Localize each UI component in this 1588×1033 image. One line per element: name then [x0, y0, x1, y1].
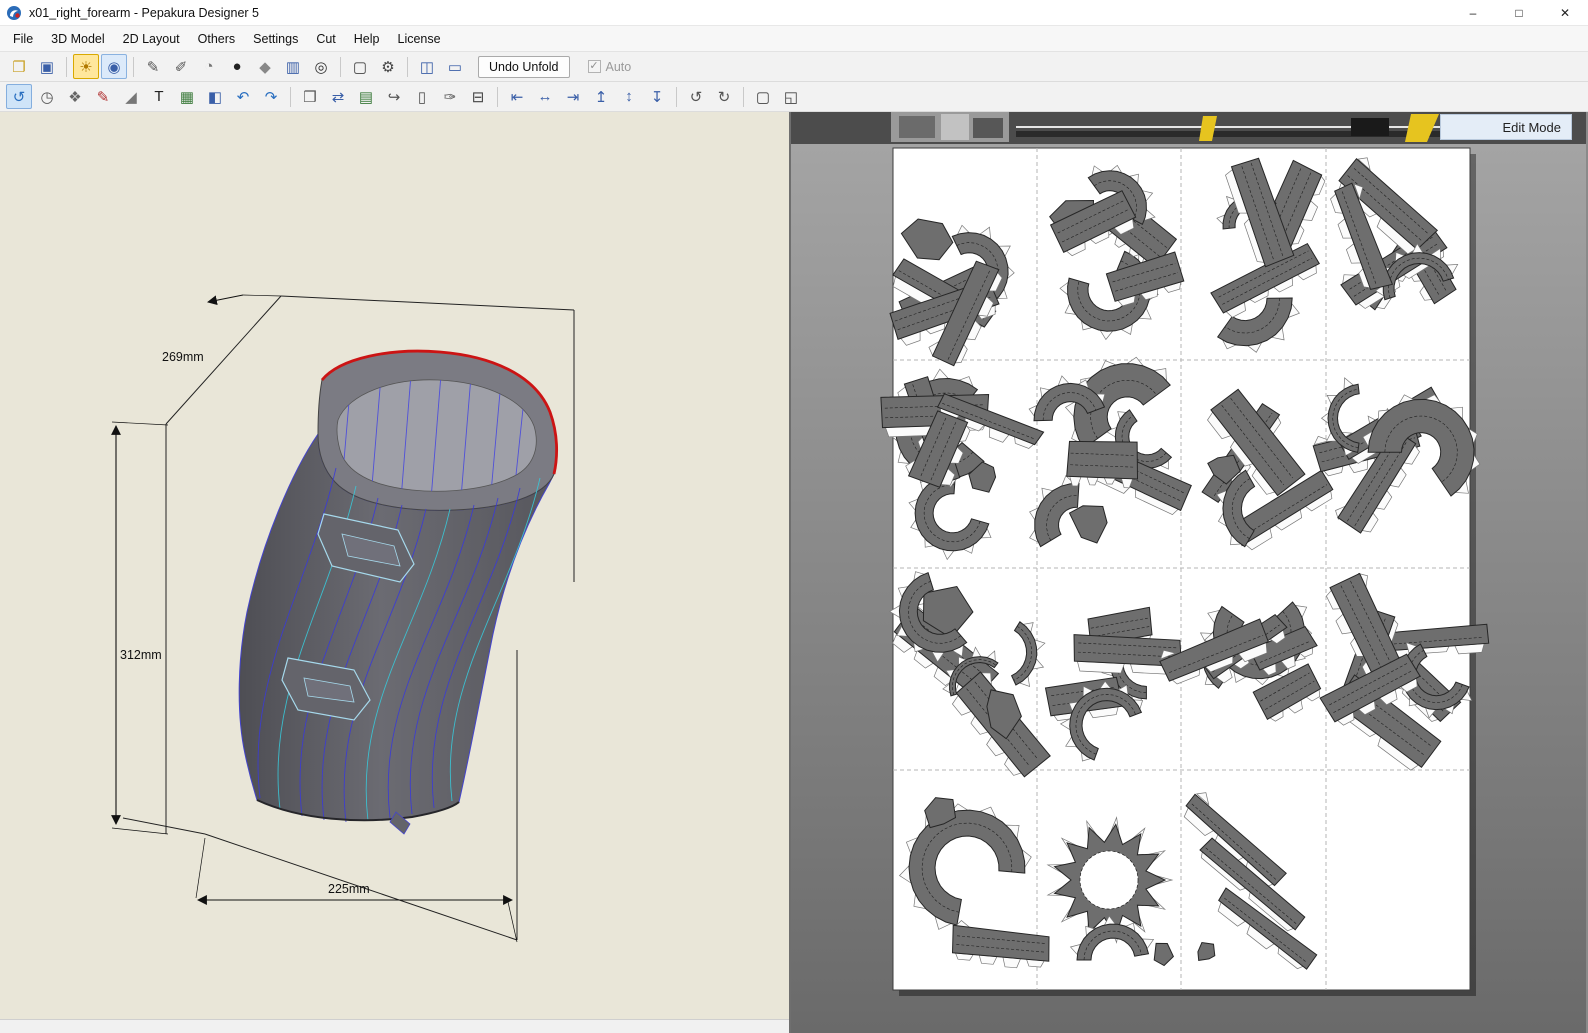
menu-item-cut[interactable]: Cut [307, 26, 344, 51]
toolbar-edit: ↺ ◷ ❖ ✎ ◢ T ▦ ◧ ↶ ↷ ❒ ⇄ ▤ ↪ ▯ ✑ ⊟ ⇤ ↔ ⇥ ↥ ↕ ↧ ↺ ↻ ▢ ◱ [0, 82, 1588, 112]
light-toggle-icon[interactable]: ☀ [73, 54, 99, 79]
single-view-icon[interactable]: ▭ [442, 54, 468, 79]
undo-unfold-button[interactable]: Undo Unfold [478, 55, 570, 78]
toolbar-separator [133, 56, 134, 77]
save-icon[interactable]: ▣ [34, 54, 60, 79]
texture-view-icon[interactable]: ◉ [101, 54, 127, 79]
orbit-icon[interactable]: ↺ [6, 84, 32, 109]
columns-icon[interactable]: ▥ [280, 54, 306, 79]
toolbar-edit-icons: ↺ ◷ ❖ ✎ ◢ T ▦ ◧ ↶ ↷ ❒ ⇄ ▤ ↪ ▯ ✑ ⊟ ⇤ ↔ ⇥ ↥ ↕ ↧ ↺ ↻ ▢ ◱ [6, 84, 804, 109]
toolbar-top-icons: ❐ ▣ ☀ ◉ ✎ ✐ ◔ ● ◆ ▥ ◎ ▢ ⚙ ◫ ▭ [6, 54, 468, 79]
align-bottom-icon[interactable]: ↧ [644, 84, 670, 109]
toolbar-separator [676, 86, 677, 107]
edit-mode-badge: Edit Mode [1440, 114, 1572, 140]
frame-expand-icon[interactable]: ◱ [778, 84, 804, 109]
toolbar-separator [407, 56, 408, 77]
undo-icon[interactable]: ↶ [230, 84, 256, 109]
align-top-icon[interactable]: ↥ [588, 84, 614, 109]
menu-item-2d-layout[interactable]: 2D Layout [114, 26, 189, 51]
toolbar-separator [497, 86, 498, 107]
page-edit-icon[interactable]: ✑ [437, 84, 463, 109]
menu-item-others[interactable]: Others [189, 26, 245, 51]
auto-checkbox[interactable]: ✓ [587, 60, 601, 73]
book-sync-icon[interactable]: ⇄ [325, 84, 351, 109]
align-right-icon[interactable]: ⇥ [560, 84, 586, 109]
print-icon[interactable]: ⊟ [465, 84, 491, 109]
main-area: 269mm 312mm 225mm Edit Mode [0, 112, 1588, 1033]
rotate-cw-icon[interactable]: ↻ [711, 84, 737, 109]
zoom-sphere-icon[interactable]: ◎ [308, 54, 334, 79]
auto-toggle[interactable]: ✓ Auto [587, 59, 632, 74]
align-center-h-icon[interactable]: ↔ [532, 84, 558, 109]
close-button[interactable]: ✕ [1542, 0, 1588, 25]
dimension-height-label: 312mm [120, 648, 162, 662]
split-view-icon[interactable]: ◫ [414, 54, 440, 79]
align-middle-icon[interactable]: ↕ [616, 84, 642, 109]
dimension-depth-label: 269mm [162, 350, 204, 364]
toolbar-separator [66, 56, 67, 77]
maximize-button[interactable]: □ [1496, 0, 1542, 25]
open-file-icon[interactable]: ❐ [6, 54, 32, 79]
dimension-width-label: 225mm [328, 882, 370, 896]
toolbar-separator [290, 86, 291, 107]
title-bar: x01_right_forearm - Pepakura Designer 5 … [0, 0, 1588, 26]
horizontal-scrollbar[interactable] [0, 1019, 789, 1033]
toolbar-separator [743, 86, 744, 107]
3d-model[interactable] [238, 349, 559, 835]
3d-viewport-canvas[interactable] [0, 112, 791, 1019]
flap-icon[interactable]: ◢ [118, 84, 144, 109]
paint-sphere-icon[interactable]: ✎ [140, 54, 166, 79]
menu-item-license[interactable]: License [389, 26, 450, 51]
book-icon[interactable]: ❒ [297, 84, 323, 109]
2d-layout-canvas[interactable] [791, 112, 1586, 1033]
menu-bar: File 3D Model 2D Layout Others Settings Cut He… [0, 26, 1588, 52]
unfold-parts-icon[interactable]: ❖ [62, 84, 88, 109]
toolbar-separator [340, 56, 341, 77]
menu-item-settings[interactable]: Settings [244, 26, 307, 51]
minimize-button[interactable]: – [1450, 0, 1496, 25]
layout-chart-icon[interactable]: ▤ [353, 84, 379, 109]
page-export-icon[interactable]: ↪ [381, 84, 407, 109]
selection-config-icon[interactable]: ⚙ [375, 54, 401, 79]
text-icon[interactable]: T [146, 84, 172, 109]
pour-color-icon[interactable]: ◔ [196, 54, 222, 79]
window-title: x01_right_forearm - Pepakura Designer 5 [29, 5, 259, 20]
window-controls: – □ ✕ [1450, 0, 1588, 25]
toolbar-top: ❐ ▣ ☀ ◉ ✎ ✐ ◔ ● ◆ ▥ ◎ ▢ ⚙ ◫ ▭ Undo Unfold ✓ Auto [0, 52, 1588, 82]
rotate-ccw-icon[interactable]: ↺ [683, 84, 709, 109]
image-icon[interactable]: ▦ [174, 84, 200, 109]
menu-item-help[interactable]: Help [345, 26, 389, 51]
menu-item-3d-model[interactable]: 3D Model [42, 26, 114, 51]
frame-select-icon[interactable]: ▢ [750, 84, 776, 109]
dark-sphere-icon[interactable]: ● [224, 54, 250, 79]
measure-icon[interactable]: ◷ [34, 84, 60, 109]
page-icon[interactable]: ▯ [409, 84, 435, 109]
menu-item-file[interactable]: File [4, 26, 42, 51]
selection-area-icon[interactable]: ▢ [347, 54, 373, 79]
auto-label: Auto [605, 59, 632, 74]
box-3d-icon[interactable]: ◧ [202, 84, 228, 109]
app-icon [7, 5, 21, 20]
redo-icon[interactable]: ↷ [258, 84, 284, 109]
3d-viewport[interactable]: 269mm 312mm 225mm [0, 112, 791, 1033]
2d-layout-viewport[interactable]: Edit Mode [791, 112, 1588, 1033]
paint-arrow-icon[interactable]: ✐ [168, 54, 194, 79]
align-left-icon[interactable]: ⇤ [504, 84, 530, 109]
edge-color-icon[interactable]: ✎ [90, 84, 116, 109]
plumb-icon[interactable]: ◆ [252, 54, 278, 79]
